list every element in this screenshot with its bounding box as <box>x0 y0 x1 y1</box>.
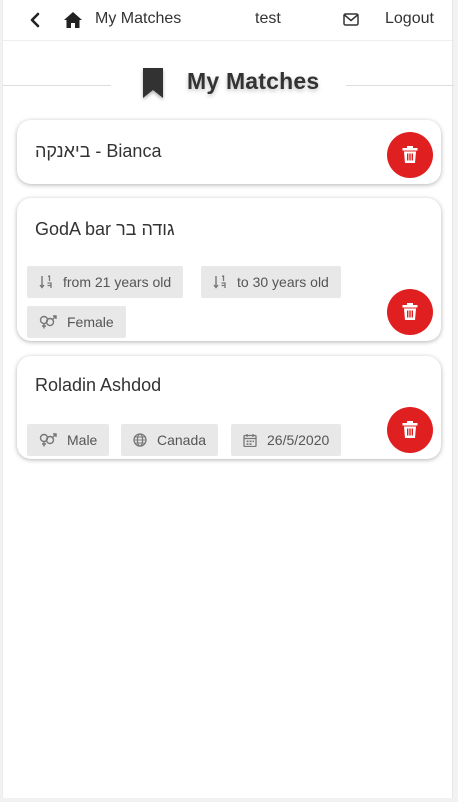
sort-numeric-icon <box>39 275 52 289</box>
delete-match-button[interactable] <box>387 407 433 453</box>
match-name: Roladin Ashdod <box>35 375 162 395</box>
top-navbar: My Matches test Logout <box>3 0 452 40</box>
envelope-icon[interactable] <box>343 13 359 26</box>
chip-max-age: to 30 years old <box>201 266 341 298</box>
chip-label: Male <box>67 432 98 448</box>
trash-icon <box>402 303 418 320</box>
page-title: My Matches <box>187 68 320 94</box>
chip-label: from 21 years old <box>63 274 172 290</box>
logout-link[interactable]: Logout <box>385 10 434 28</box>
nav-my-matches-link[interactable]: My Matches <box>95 10 181 28</box>
gender-icon <box>39 433 57 447</box>
chip-label: Canada <box>157 432 207 448</box>
chevron-left-icon[interactable] <box>29 12 41 28</box>
bookmark-icon <box>143 68 163 98</box>
match-name: ביאנקה - Bianca <box>35 141 162 161</box>
chip-label: 26/5/2020 <box>267 432 330 448</box>
app-frame: My Matches test Logout My Matches ביאנקה… <box>2 0 454 798</box>
match-card: Roladin Ashdod Male Canada 26/5/2020 <box>17 356 441 459</box>
trash-icon <box>402 146 418 163</box>
page-title-row: My Matches <box>3 62 454 106</box>
delete-match-button[interactable] <box>387 289 433 335</box>
delete-match-button[interactable] <box>387 132 433 178</box>
user-name: test <box>255 10 281 27</box>
match-name: GodA bar גודה בר <box>35 219 175 239</box>
title-divider-left <box>3 85 111 86</box>
chip-date: 26/5/2020 <box>231 424 342 456</box>
trash-icon <box>402 421 418 438</box>
match-card: ביאנקה - Bianca <box>17 120 441 184</box>
chip-gender: Female <box>27 306 126 338</box>
gender-icon <box>39 315 57 329</box>
title-divider-right <box>346 85 454 86</box>
chip-gender: Male <box>27 424 110 456</box>
match-card: GodA bar גודה בר from 21 years old to 30… <box>17 198 441 341</box>
chip-country: Canada <box>121 424 219 456</box>
globe-icon <box>133 433 147 447</box>
home-icon[interactable] <box>63 11 83 29</box>
chip-min-age: from 21 years old <box>27 266 184 298</box>
sort-numeric-icon <box>213 275 226 289</box>
chip-label: to 30 years old <box>237 274 329 290</box>
calendar-icon <box>243 434 257 447</box>
chip-label: Female <box>67 314 114 330</box>
header-divider <box>3 40 452 41</box>
